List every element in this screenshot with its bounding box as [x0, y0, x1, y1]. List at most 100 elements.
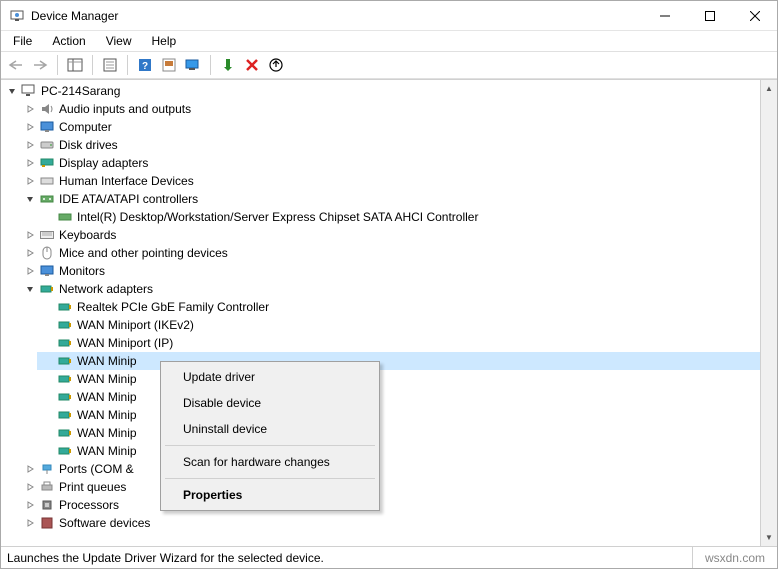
expand-icon[interactable] [23, 120, 37, 134]
tree-category-keyboards[interactable]: Keyboards [19, 226, 777, 244]
cm-uninstall-device[interactable]: Uninstall device [163, 416, 377, 442]
tree-device-wan-ikev2[interactable]: WAN Miniport (IKEv2) [37, 316, 777, 334]
close-button[interactable] [732, 1, 777, 30]
menu-help[interactable]: Help [144, 32, 185, 50]
monitor-icon [39, 263, 55, 279]
back-button[interactable] [5, 54, 27, 76]
node-label: Display adapters [59, 156, 148, 170]
network-adapter-icon [57, 317, 73, 333]
node-label: Computer [59, 120, 112, 134]
expand-icon[interactable] [23, 246, 37, 260]
tree-device-wan-ip[interactable]: WAN Miniport (IP) [37, 334, 777, 352]
menu-action[interactable]: Action [44, 32, 93, 50]
enable-device-button[interactable] [217, 54, 239, 76]
expand-icon[interactable] [23, 516, 37, 530]
scroll-up-button[interactable]: ▲ [761, 80, 777, 97]
action-button[interactable] [158, 54, 180, 76]
ide-controller-icon [39, 191, 55, 207]
menu-view[interactable]: View [98, 32, 140, 50]
expand-icon[interactable] [23, 174, 37, 188]
tree-device-realtek[interactable]: Realtek PCIe GbE Family Controller [37, 298, 777, 316]
network-adapter-icon [39, 281, 55, 297]
expand-icon[interactable] [23, 228, 37, 242]
forward-button[interactable] [29, 54, 51, 76]
scroll-thumb[interactable] [761, 97, 777, 529]
tree-category-processors[interactable]: Processors [19, 496, 777, 514]
display-adapter-icon [39, 155, 55, 171]
tree-category-hid[interactable]: Human Interface Devices [19, 172, 777, 190]
node-label: WAN Miniport (IP) [77, 336, 173, 350]
toolbar-separator [57, 55, 58, 75]
disable-device-button[interactable] [241, 54, 263, 76]
tree-device-wan[interactable]: WAN Minip [37, 388, 777, 406]
context-menu: Update driver Disable device Uninstall d… [160, 361, 380, 511]
collapse-icon[interactable] [23, 192, 37, 206]
tree-category-display[interactable]: Display adapters [19, 154, 777, 172]
cm-separator [165, 445, 375, 446]
cm-properties[interactable]: Properties [163, 482, 377, 508]
tree-category-monitors[interactable]: Monitors [19, 262, 777, 280]
expand-icon[interactable] [23, 102, 37, 116]
node-label: WAN Minip [77, 372, 137, 386]
tree-device-wan[interactable]: WAN Minip [37, 406, 777, 424]
tree-category-mice[interactable]: Mice and other pointing devices [19, 244, 777, 262]
tree-category-ports[interactable]: Ports (COM & [19, 460, 777, 478]
collapse-icon[interactable] [23, 282, 37, 296]
cm-disable-device[interactable]: Disable device [163, 390, 377, 416]
node-label: Disk drives [59, 138, 118, 152]
tree-category-software[interactable]: Software devices [19, 514, 777, 532]
tree-device-wan-selected[interactable]: WAN Minip [37, 352, 777, 370]
tree-root[interactable]: PC-214Sarang [1, 82, 777, 100]
collapse-icon[interactable] [5, 84, 19, 98]
tree-device-wan[interactable]: WAN Minip [37, 442, 777, 460]
toolbar-separator [127, 55, 128, 75]
computer-icon [21, 83, 37, 99]
update-driver-button[interactable] [265, 54, 287, 76]
node-label: Ports (COM & [59, 462, 134, 476]
device-tree-container: PC-214Sarang Audio inputs and outputs Co… [1, 79, 777, 546]
node-label: Software devices [59, 516, 150, 530]
network-adapter-icon [57, 407, 73, 423]
node-label: Audio inputs and outputs [59, 102, 191, 116]
expand-icon[interactable] [23, 498, 37, 512]
status-bar: Launches the Update Driver Wizard for th… [1, 546, 777, 568]
tree-category-audio[interactable]: Audio inputs and outputs [19, 100, 777, 118]
tree-category-printq[interactable]: Print queues [19, 478, 777, 496]
tree-category-network[interactable]: Network adapters [19, 280, 777, 298]
tree-category-computer[interactable]: Computer [19, 118, 777, 136]
scan-hardware-button[interactable] [182, 54, 204, 76]
show-hide-tree-button[interactable] [64, 54, 86, 76]
vertical-scrollbar[interactable]: ▲ ▼ [760, 80, 777, 546]
tree-device-wan[interactable]: WAN Minip [37, 370, 777, 388]
node-label: Realtek PCIe GbE Family Controller [77, 300, 269, 314]
node-label: WAN Miniport (IKEv2) [77, 318, 194, 332]
node-label: Monitors [59, 264, 105, 278]
device-tree[interactable]: PC-214Sarang Audio inputs and outputs Co… [1, 80, 777, 534]
cm-update-driver[interactable]: Update driver [163, 364, 377, 390]
node-label: Mice and other pointing devices [59, 246, 228, 260]
menu-file[interactable]: File [5, 32, 40, 50]
properties-button[interactable] [99, 54, 121, 76]
ide-controller-icon [57, 209, 73, 225]
expand-icon[interactable] [23, 480, 37, 494]
network-adapter-icon [57, 335, 73, 351]
network-adapter-icon [57, 425, 73, 441]
expand-icon[interactable] [23, 264, 37, 278]
tree-category-ide[interactable]: IDE ATA/ATAPI controllers [19, 190, 777, 208]
expand-icon[interactable] [23, 138, 37, 152]
tree-category-disk[interactable]: Disk drives [19, 136, 777, 154]
node-label: Human Interface Devices [59, 174, 194, 188]
minimize-button[interactable] [642, 1, 687, 30]
network-adapter-icon [57, 389, 73, 405]
help-button[interactable]: ? [134, 54, 156, 76]
expand-icon[interactable] [23, 462, 37, 476]
tree-device-ide-controller[interactable]: Intel(R) Desktop/Workstation/Server Expr… [37, 208, 777, 226]
cm-scan-hardware[interactable]: Scan for hardware changes [163, 449, 377, 475]
expand-icon[interactable] [23, 156, 37, 170]
tree-device-wan[interactable]: WAN Minip [37, 424, 777, 442]
port-icon [39, 461, 55, 477]
window-title: Device Manager [31, 9, 642, 23]
maximize-button[interactable] [687, 1, 732, 30]
toolbar-separator [92, 55, 93, 75]
scroll-down-button[interactable]: ▼ [761, 529, 777, 546]
